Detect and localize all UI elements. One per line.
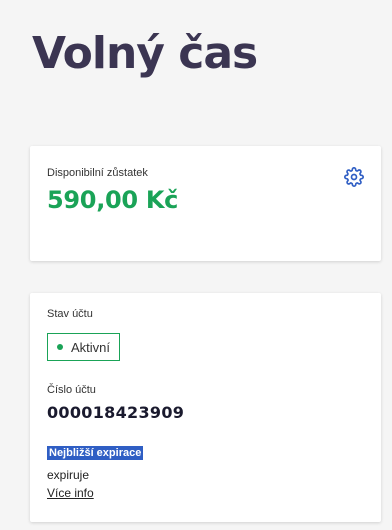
status-value: Aktivní — [71, 339, 111, 355]
settings-button[interactable] — [343, 166, 365, 188]
account-number: 000018423909 — [47, 403, 185, 422]
account-card: Stav účtu Aktivní Číslo účtu 00001842390… — [30, 293, 381, 522]
balance-card: Disponibilní zůstatek 590,00 Kč — [30, 146, 381, 261]
account-number-label: Číslo účtu — [47, 384, 96, 396]
status-dot-icon — [57, 344, 63, 350]
expiration-heading: Nejbližší expirace — [47, 446, 144, 460]
status-label: Stav účtu — [47, 308, 93, 320]
page-title: Volný čas — [32, 28, 258, 79]
balance-value: 590,00 Kč — [47, 186, 179, 214]
more-info-link[interactable]: Více info — [47, 486, 94, 500]
status-badge: Aktivní — [47, 333, 121, 361]
expiration-text: expiruje — [47, 468, 90, 482]
gear-icon — [344, 167, 364, 187]
balance-label: Disponibilní zůstatek — [47, 167, 148, 179]
